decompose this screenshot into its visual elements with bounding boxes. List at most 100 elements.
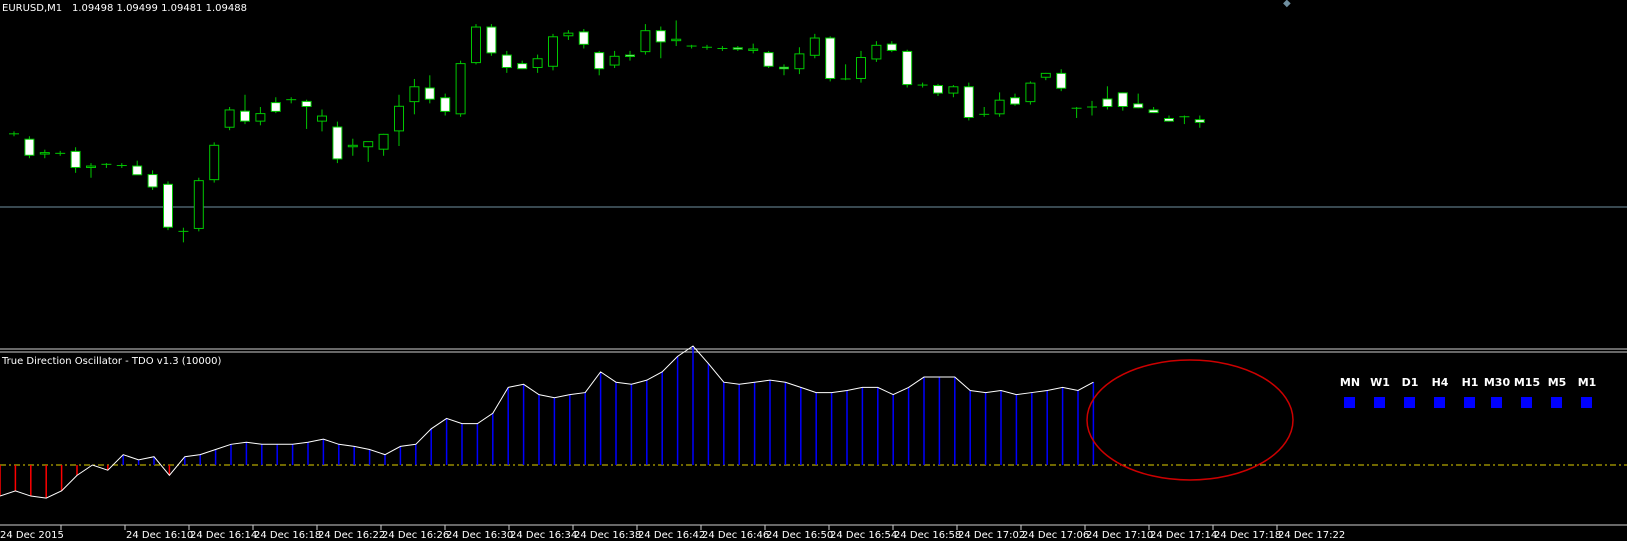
timeframe-label-d1: D1 <box>1402 376 1419 389</box>
candle-bull <box>640 30 651 53</box>
timeframe-label-h4: H4 <box>1432 376 1449 389</box>
candle-bear <box>625 54 635 58</box>
candle-bull <box>378 133 389 150</box>
candle-bear <box>501 54 512 68</box>
candle-bear <box>1056 72 1067 89</box>
time-tick-label: 24 Dec 16:46 <box>702 530 769 541</box>
chart-background <box>0 0 1627 541</box>
candle-bull <box>224 109 235 128</box>
candle-bull <box>532 58 543 68</box>
ohlc-readout: 1.09498 1.09499 1.09481 1.09488 <box>72 3 247 14</box>
candle-bear <box>963 86 974 118</box>
candle-bull <box>563 32 574 37</box>
timeframe-label-m5: M5 <box>1548 376 1567 389</box>
candle-bull <box>1040 72 1051 78</box>
time-tick-label: 24 Dec 16:30 <box>446 530 513 541</box>
time-tick-label: 24 Dec 17:06 <box>1022 530 1089 541</box>
chart-shift-marker[interactable]: ◆ <box>1283 0 1291 9</box>
candle-bear <box>270 102 281 112</box>
timeframe-label-m1: M1 <box>1578 376 1597 389</box>
time-tick-label: 24 Dec 17:18 <box>1214 530 1281 541</box>
candle-bull <box>363 141 374 148</box>
candle-bull <box>548 36 558 67</box>
candle-bull <box>871 44 882 60</box>
candle-bear <box>1148 109 1159 114</box>
timeframe-label-h1: H1 <box>1462 376 1479 389</box>
candle-bear <box>779 66 789 70</box>
symbol-title: EURUSD,M1 <box>2 3 62 14</box>
time-tick-label: 24 Dec 17:02 <box>958 530 1025 541</box>
timeframe-label-m30: M30 <box>1484 376 1511 389</box>
candle-bear <box>332 126 343 160</box>
candle-bull <box>317 115 327 122</box>
candle-bear <box>732 47 743 50</box>
candle-bear <box>301 100 312 108</box>
time-tick-label: 24 Dec 16:58 <box>894 530 961 541</box>
timeframe-indicator-h1 <box>1464 397 1475 408</box>
timeframe-indicator-m15 <box>1521 397 1532 408</box>
timeframe-indicator-m30 <box>1491 397 1502 408</box>
time-tick-label: 24 Dec 16:50 <box>766 530 833 541</box>
candle-bear <box>655 30 666 43</box>
time-tick-label: 24 Dec 17:14 <box>1150 530 1217 541</box>
oscillator-title: True Direction Oscillator - TDO v1.3 (10… <box>1 356 222 367</box>
candle-bear <box>440 97 451 112</box>
timeframe-label-m15: M15 <box>1514 376 1540 389</box>
candle-bull <box>471 26 481 64</box>
timeframe-indicator-m5 <box>1551 397 1562 408</box>
candle-bull <box>347 144 358 148</box>
timeframe-indicator-w1 <box>1374 397 1385 408</box>
time-tick-label: 24 Dec 16:38 <box>574 530 641 541</box>
candle-bull <box>748 48 759 51</box>
candle-bear <box>933 85 943 94</box>
candle-bear <box>132 165 143 176</box>
timeframe-label-mn: MN <box>1340 376 1360 389</box>
time-tick-label: 24 Dec 16:22 <box>318 530 385 541</box>
candle-bear <box>825 37 836 79</box>
candle-bull <box>209 144 220 181</box>
time-tick-label: 24 Dec 16:54 <box>830 530 897 541</box>
candle-bear <box>1133 103 1144 109</box>
candle-bear <box>486 26 497 54</box>
candle-bear <box>578 31 589 45</box>
candle-bear <box>1102 98 1113 108</box>
candle-bear <box>763 52 774 67</box>
candle-bear <box>163 183 173 228</box>
candle-bull <box>86 165 96 168</box>
candle-bull <box>1025 82 1036 103</box>
time-tick-label: 24 Dec 17:10 <box>1086 530 1153 541</box>
candle-bull <box>455 63 466 115</box>
time-tick-label: 24 Dec 16:26 <box>382 530 449 541</box>
candle-bear <box>1010 97 1020 105</box>
candle-bear <box>1117 92 1128 108</box>
timeframe-indicator-h4 <box>1434 397 1445 408</box>
candle-bear <box>886 43 897 51</box>
chart-root: EURUSD,M1 1.09498 1.09499 1.09481 1.0948… <box>0 0 1627 541</box>
candle-bull <box>193 180 204 229</box>
candle-bear <box>147 174 158 188</box>
candle-bear <box>240 110 250 122</box>
candle-bull <box>809 37 820 56</box>
candle-bull <box>794 53 805 70</box>
candle-bear <box>1194 119 1205 123</box>
candle-bull <box>856 57 866 79</box>
candle-bear <box>902 50 913 86</box>
candle-bull <box>409 86 420 103</box>
candle-bull <box>394 105 404 132</box>
candle-bear <box>424 87 435 100</box>
timeframe-label-w1: W1 <box>1370 376 1390 389</box>
candle-bull <box>609 55 620 66</box>
candle-bull <box>39 152 50 155</box>
timeframe-indicator-mn <box>1344 397 1355 408</box>
timeframe-indicator-m1 <box>1581 397 1592 408</box>
timeframe-indicator-d1 <box>1404 397 1415 408</box>
time-tick-label: 24 Dec 17:22 <box>1278 530 1345 541</box>
candle-bear <box>517 63 528 70</box>
time-tick-label: 24 Dec 16:34 <box>510 530 577 541</box>
time-tick-label: 24 Dec 16:10 <box>126 530 193 541</box>
candle-bull <box>255 113 266 122</box>
candle-bear <box>1164 117 1174 122</box>
candle-bull <box>994 99 1005 115</box>
candle-bear <box>594 52 605 70</box>
candle-bull <box>948 86 959 94</box>
